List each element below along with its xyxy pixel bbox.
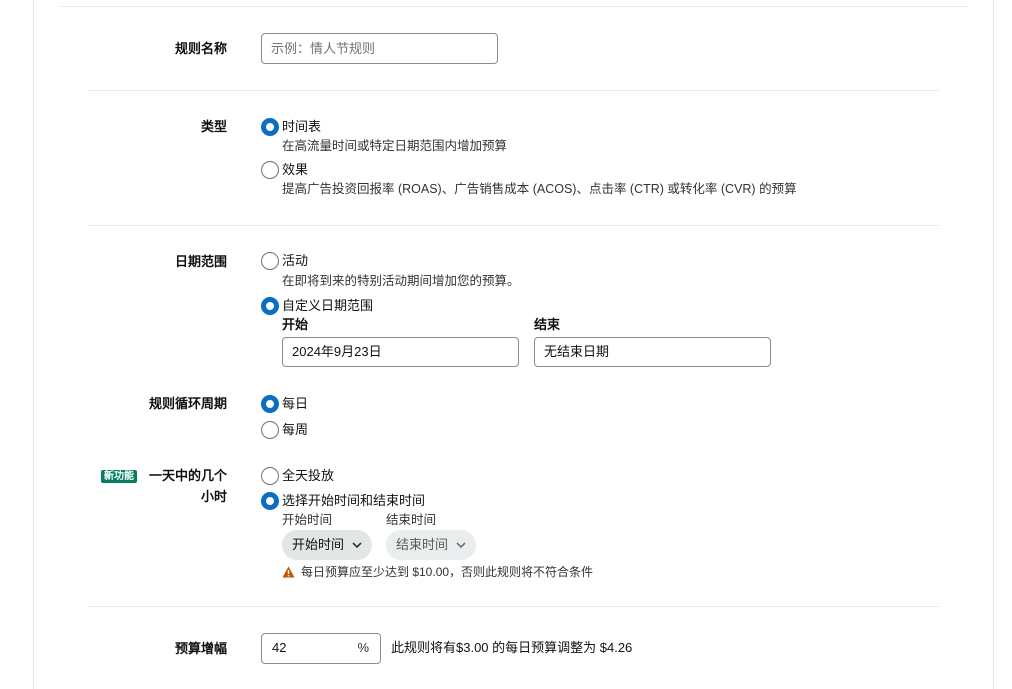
start-time-dropdown[interactable]: 开始时间 [282,530,373,560]
type-schedule-desc: 在高流量时间或特定日期范围内增加预算 [282,139,508,153]
start-time-label: 开始时间 [282,513,333,527]
chevron-down-icon [456,541,466,548]
budget-increase-label: 预算增幅 [174,641,227,656]
budget-increase-note: 此规则将有$3.00 的每日预算调整为 $4.26 [391,640,633,655]
budget-increase-value: 42 [272,640,287,655]
end-time-dropdown-label: 结束时间 [396,537,449,552]
end-date-label: 结束 [534,317,561,332]
type-performance-label[interactable]: 效果 [282,161,308,179]
date-custom-radio[interactable] [261,297,279,315]
hours-custom-radio[interactable] [261,492,279,510]
type-schedule-radio[interactable] [261,118,279,136]
budget-warning: 每日预算应至少达到 $10.00，否则此规则将不符合条件 [282,564,593,580]
type-label: 类型 [200,119,227,134]
recurrence-daily-radio[interactable] [261,395,279,413]
end-time-dropdown[interactable]: 结束时间 [386,530,477,560]
budget-increase-input[interactable]: 42 % [261,633,381,664]
recurrence-label: 规则循环周期 [148,396,227,411]
hours-label-line2: 小时 [200,489,227,504]
recurrence-daily-label[interactable]: 每日 [282,395,308,413]
warning-icon [282,566,295,578]
recurrence-weekly-radio[interactable] [261,421,279,439]
chevron-down-icon [352,541,362,548]
start-date-input[interactable]: 2024年9月23日 [282,337,519,367]
date-custom-label[interactable]: 自定义日期范围 [282,297,373,315]
recurrence-weekly-label[interactable]: 每周 [282,421,308,439]
date-event-radio[interactable] [261,252,279,270]
type-performance-radio[interactable] [261,161,279,179]
date-event-desc: 在即将到来的特别活动期间增加您的预算。 [282,274,520,288]
end-date-input[interactable]: 无结束日期 [534,337,771,367]
date-event-label[interactable]: 活动 [282,252,308,270]
budget-warning-text: 每日预算应至少达到 $10.00，否则此规则将不符合条件 [301,565,594,579]
hours-custom-label[interactable]: 选择开始时间和结束时间 [282,492,425,510]
start-date-label: 开始 [282,317,309,332]
hours-all-day-radio[interactable] [261,467,279,485]
rule-name-label: 规则名称 [174,41,227,56]
divider [88,225,939,226]
type-schedule-label[interactable]: 时间表 [282,118,321,136]
start-time-dropdown-label: 开始时间 [292,537,345,552]
hours-all-day-label[interactable]: 全天投放 [282,467,334,485]
type-performance-desc: 提高广告投资回报率 (ROAS)、广告销售成本 (ACOS)、点击率 (CTR)… [282,182,797,196]
divider [60,6,968,7]
divider [88,90,939,91]
rule-name-input[interactable] [261,33,498,64]
percent-unit: % [357,640,369,655]
hours-label-line1: 一天中的几个 [148,468,227,483]
divider [88,606,939,607]
date-range-label: 日期范围 [174,254,227,269]
end-time-label: 结束时间 [386,513,437,527]
